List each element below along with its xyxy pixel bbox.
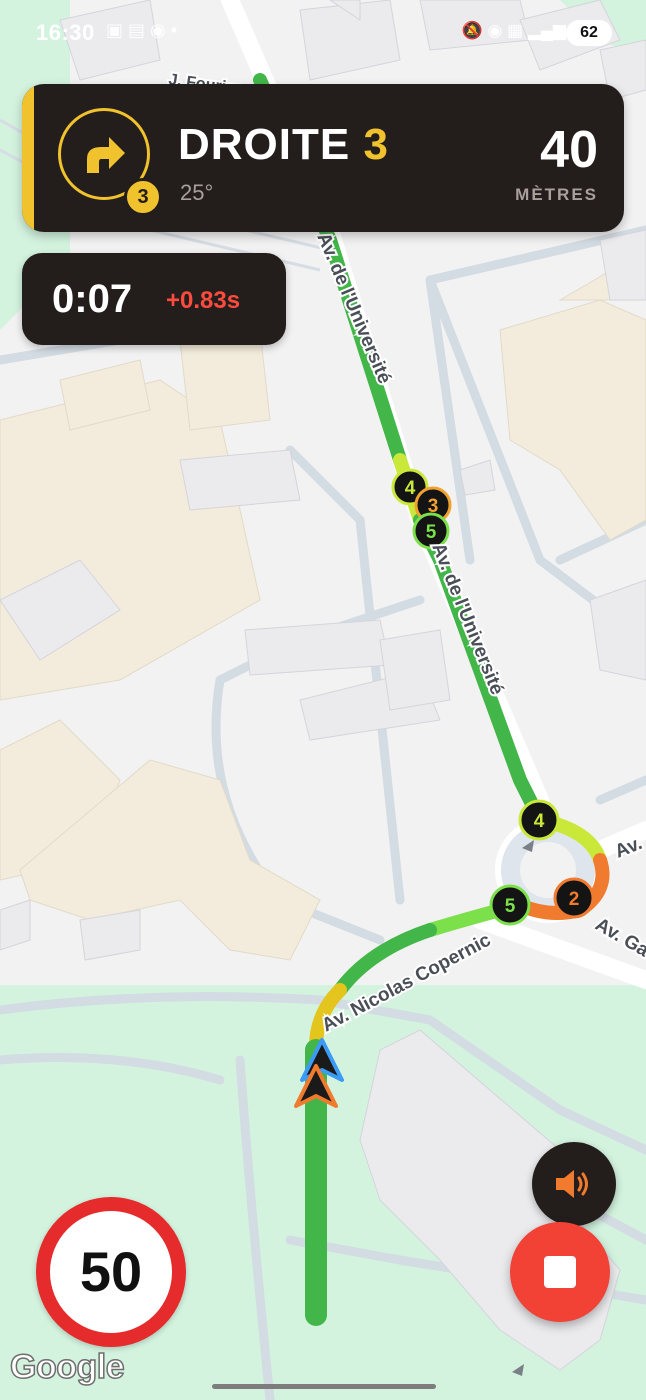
- instruction-direction: DROITE: [178, 120, 351, 169]
- battery-icon: 62: [566, 20, 612, 46]
- elapsed-time: 0:07: [52, 277, 133, 321]
- stop-icon: [544, 1256, 576, 1288]
- turn-instruction: DROITE 3: [178, 120, 389, 170]
- stop-navigation-button[interactable]: [510, 1222, 610, 1322]
- nav-accent-bar: [22, 84, 34, 232]
- notification-icons: ▣ ▤ ◉ •: [106, 20, 178, 40]
- distance-unit: MÈTRES: [515, 185, 598, 204]
- svg-text:4: 4: [534, 811, 545, 832]
- home-indicator[interactable]: [212, 1384, 436, 1389]
- speed-limit-sign: 50: [36, 1197, 186, 1347]
- waypoint-marker-4b[interactable]: 4: [518, 799, 560, 841]
- status-bar: 16:30 ▣ ▤ ◉ • 🔕 ◉ ▦ ▂▄▆ 62: [0, 0, 646, 64]
- waypoint-marker-2[interactable]: 2: [553, 877, 595, 919]
- lap-timer-card: 0:07 +0.83s: [22, 253, 286, 345]
- waypoint-marker-5b[interactable]: 5: [489, 884, 531, 926]
- turn-severity-badge: 3: [124, 178, 162, 216]
- navigation-instruction-card[interactable]: 3 DROITE 3 25° 40 MÈTRES: [22, 84, 624, 232]
- sound-toggle-button[interactable]: [532, 1142, 616, 1226]
- svg-text:4: 4: [405, 478, 416, 499]
- system-status-icons: 🔕 ◉ ▦ ▂▄▆: [461, 21, 566, 40]
- turn-angle: 25°: [180, 180, 214, 205]
- time-delta: +0.83s: [166, 287, 241, 314]
- speaker-icon: [556, 1170, 588, 1198]
- svg-text:5: 5: [426, 522, 437, 543]
- distance-value: 40: [540, 121, 598, 179]
- status-time: 16:30: [36, 20, 95, 45]
- google-logo: Google: [9, 1347, 125, 1387]
- instruction-severity: 3: [363, 120, 389, 169]
- svg-text:5: 5: [505, 896, 516, 917]
- svg-text:2: 2: [569, 889, 580, 910]
